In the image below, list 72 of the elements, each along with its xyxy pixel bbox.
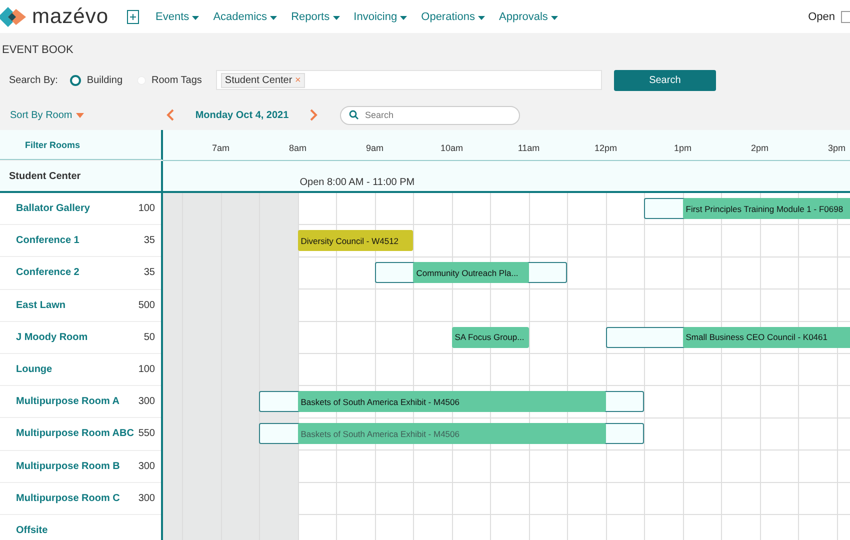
hour-label: 1pm (674, 143, 692, 153)
hour-label: 2pm (751, 143, 768, 153)
tag-input-field[interactable]: Student Center × (216, 70, 602, 90)
nav-menu[interactable]: Approvals (492, 10, 565, 22)
next-day-icon[interactable] (310, 109, 318, 121)
room-capacity: 300 (138, 492, 155, 504)
filter-chip: Student Center × (220, 72, 305, 88)
nav-menu[interactable]: Academics (206, 10, 284, 22)
hour-label: 11am (518, 143, 540, 153)
nav-menu[interactable]: Reports (284, 10, 347, 22)
page-title: EVENT BOOK (1, 43, 74, 58)
room-name[interactable]: Multipurpose Room B (16, 460, 138, 472)
room-name[interactable]: Conference 1 (16, 235, 144, 246)
caret-icon (478, 16, 486, 20)
caret-icon (192, 16, 200, 20)
search-input[interactable]: Search (363, 109, 507, 121)
room-capacity: 300 (138, 460, 155, 472)
hour-label: 10am (440, 143, 463, 153)
nav-menu[interactable]: Events (148, 10, 206, 22)
search-icon (349, 110, 359, 120)
search-button[interactable]: Search (614, 70, 716, 90)
search-by-label: Search By: (9, 74, 58, 86)
nav-menu[interactable]: Operations (414, 10, 492, 22)
room-capacity: 50 (144, 332, 155, 343)
brand-name[interactable]: mazévo (32, 4, 109, 28)
caret-icon[interactable] (76, 112, 84, 118)
event-block[interactable]: Small Business CEO Council - K0461 (682, 326, 850, 348)
room-name[interactable]: Lounge (16, 364, 138, 376)
hour-label: 9am (366, 143, 384, 153)
previous-day-icon[interactable] (166, 109, 174, 121)
building-name: Student Center (9, 170, 81, 182)
room-name[interactable]: Offsite (16, 524, 155, 536)
filter-rooms-link[interactable]: Filter Rooms (25, 140, 80, 150)
caret-icon (551, 16, 558, 20)
caret-icon (270, 16, 278, 20)
event-block[interactable]: Diversity Council - W4512 (298, 230, 414, 252)
radio-button[interactable] (70, 74, 81, 86)
event-block[interactable]: Baskets of South America Exhibit - M4506 (298, 391, 606, 412)
room-capacity: 500 (138, 300, 155, 311)
radio-label[interactable]: Room Tags (152, 74, 202, 86)
room-capacity: 100 (138, 203, 155, 214)
hour-label: 12pm (594, 143, 617, 153)
room-name[interactable]: J Moody Room (16, 332, 144, 343)
event-block[interactable]: First Principles Training Module 1 - F0698 (682, 198, 850, 219)
radio-label[interactable]: Building (86, 74, 123, 86)
caret-icon (400, 16, 408, 20)
search-field[interactable]: Search (340, 106, 520, 124)
building-hours: Open 8:00 AM - 11:00 PM (300, 177, 415, 188)
room-capacity: 550 (138, 428, 155, 440)
event-block[interactable]: Community Outreach Pla... (413, 262, 529, 284)
sort-dropdown[interactable]: Sort By Room (10, 110, 160, 120)
event-block[interactable]: Baskets of South America Exhibit - M4506 (298, 423, 606, 444)
date-label: Monday Oct 4, 2021 (194, 110, 290, 120)
document-icon[interactable] (841, 10, 850, 22)
room-capacity: 35 (144, 267, 155, 278)
new-document-icon[interactable] (126, 10, 139, 24)
hour-label: 3pm (828, 143, 846, 153)
room-name[interactable]: Conference 2 (16, 267, 144, 278)
room-name[interactable]: Multipurpose Room A (16, 396, 138, 408)
event-block[interactable]: SA Focus Group... (452, 326, 529, 348)
room-name[interactable]: Ballator Gallery (16, 203, 138, 214)
room-capacity: 300 (138, 396, 155, 408)
room-name[interactable]: East Lawn (16, 300, 138, 311)
hour-label: 7am (212, 143, 230, 153)
room-capacity: 35 (144, 235, 155, 246)
open-link[interactable]: Open (808, 10, 835, 22)
room-name[interactable]: Multipurpose Room C (16, 492, 138, 504)
hour-label: 8am (289, 143, 306, 153)
nav-menu[interactable]: Invoicing (346, 10, 414, 22)
caret-icon (332, 16, 340, 20)
room-name[interactable]: Multipurpose Room ABC (16, 428, 138, 440)
room-capacity: 100 (138, 364, 155, 376)
